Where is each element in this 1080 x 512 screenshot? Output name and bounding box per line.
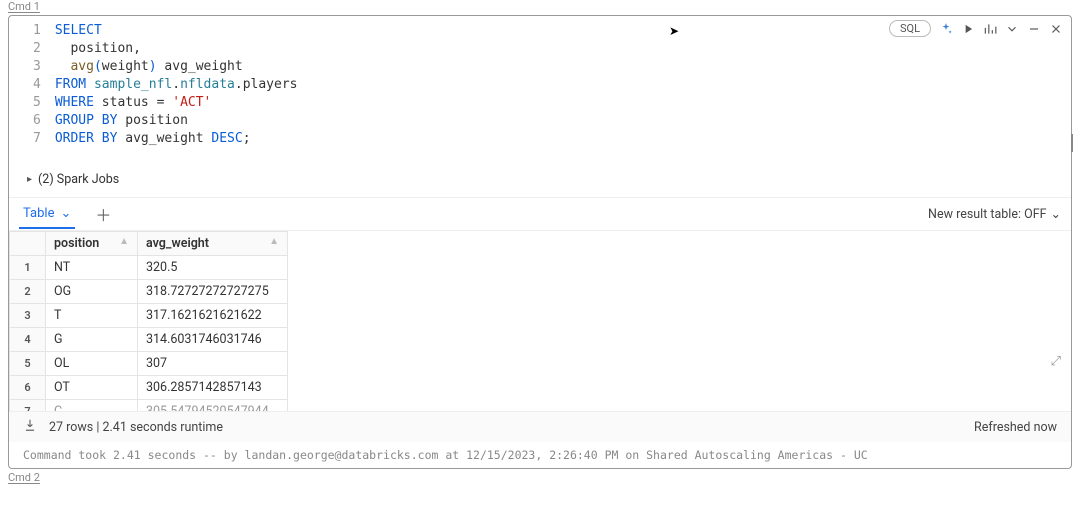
cell-avg-weight: 320.5	[138, 256, 288, 280]
chevron-down-icon: ⌄	[1051, 206, 1061, 222]
minimize-icon[interactable]	[1027, 22, 1041, 36]
next-cell-label: Cmd 2	[0, 471, 1080, 486]
table-header-row: position▲ avg_weight▲	[10, 232, 288, 256]
cell-position: T	[46, 304, 138, 328]
sort-icon: ▲	[119, 236, 129, 247]
table-row[interactable]: 1 NT 320.5	[10, 256, 288, 280]
table-row[interactable]: 5 OL 307	[10, 352, 288, 376]
table-corner	[10, 232, 46, 256]
refreshed-status: Refreshed now	[974, 420, 1057, 435]
expand-icon[interactable]: ⤢	[1051, 354, 1061, 369]
code-editor[interactable]: 1 2 3 4 5 6 7 SELECT position, avg(weigh…	[9, 16, 1071, 166]
chart-icon[interactable]	[983, 22, 997, 36]
language-pill[interactable]: SQL	[889, 20, 931, 37]
new-result-table-toggle[interactable]: New result table: OFF ⌄	[928, 206, 1061, 222]
results-table-container: position▲ avg_weight▲ 1 NT 320.52 OG 318…	[9, 231, 1071, 411]
row-number: 6	[10, 376, 46, 400]
chevron-down-icon: ⌄	[60, 206, 71, 221]
cell-avg-weight: 318.72727272727275	[138, 280, 288, 304]
line-number-gutter: 1 2 3 4 5 6 7	[9, 22, 55, 148]
tab-table[interactable]: Table ⌄	[19, 200, 75, 229]
command-meta: Command took 2.41 seconds -- by landan.g…	[9, 442, 1071, 468]
row-number: 4	[10, 328, 46, 352]
row-number: 5	[10, 352, 46, 376]
chevron-down-icon[interactable]	[1005, 22, 1019, 36]
results-tab-bar: Table ⌄ ＋ New result table: OFF ⌄	[9, 197, 1071, 231]
column-header-avg-weight[interactable]: avg_weight▲	[138, 232, 288, 256]
assist-icon[interactable]	[939, 22, 953, 36]
table-row[interactable]: 3 T 317.1621621621622	[10, 304, 288, 328]
close-icon[interactable]	[1049, 22, 1063, 36]
cell-label: Cmd 1	[0, 0, 1080, 15]
table-row[interactable]: 7 C 305.54794520547944	[10, 400, 288, 412]
sort-icon: ▲	[269, 236, 279, 247]
add-tab-button[interactable]: ＋	[89, 202, 117, 226]
caret-right-icon: ▸	[27, 174, 32, 185]
run-icon[interactable]	[961, 22, 975, 36]
cell-avg-weight: 314.6031746031746	[138, 328, 288, 352]
row-number: 2	[10, 280, 46, 304]
table-row[interactable]: 4 G 314.6031746031746	[10, 328, 288, 352]
resize-handle[interactable]	[1071, 134, 1073, 152]
download-icon[interactable]	[23, 418, 37, 436]
results-footer: 27 rows | 2.41 seconds runtime Refreshed…	[9, 411, 1071, 442]
cell-avg-weight: 306.2857142857143	[138, 376, 288, 400]
table-row[interactable]: 6 OT 306.2857142857143	[10, 376, 288, 400]
cell-position: OL	[46, 352, 138, 376]
cell-toolbar: SQL	[889, 20, 1063, 37]
notebook-cell: ➤ SQL 1 2 3 4 5 6 7	[8, 15, 1072, 469]
column-header-position[interactable]: position▲	[46, 232, 138, 256]
spark-jobs-label: (2) Spark Jobs	[38, 172, 119, 187]
cell-position: NT	[46, 256, 138, 280]
code-content[interactable]: SELECT position, avg(weight) avg_weight …	[55, 22, 1071, 148]
results-table: position▲ avg_weight▲ 1 NT 320.52 OG 318…	[9, 231, 288, 411]
cell-position: OT	[46, 376, 138, 400]
results-summary: 27 rows | 2.41 seconds runtime	[49, 420, 223, 435]
cell-avg-weight: 317.1621621621622	[138, 304, 288, 328]
table-row[interactable]: 2 OG 318.72727272727275	[10, 280, 288, 304]
row-number: 3	[10, 304, 46, 328]
cell-position: OG	[46, 280, 138, 304]
cell-avg-weight: 307	[138, 352, 288, 376]
row-number: 1	[10, 256, 46, 280]
cell-position: G	[46, 328, 138, 352]
spark-jobs-toggle[interactable]: ▸ (2) Spark Jobs	[9, 166, 1071, 197]
